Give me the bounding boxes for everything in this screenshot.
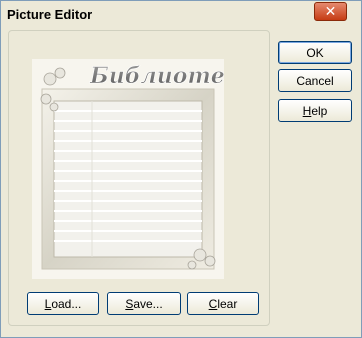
- save-mnemonic: S: [125, 296, 134, 311]
- save-label: ave...: [133, 296, 163, 311]
- cancel-button[interactable]: Cancel: [278, 69, 352, 92]
- help-button[interactable]: Help: [278, 99, 352, 122]
- window-title: Picture Editor: [7, 7, 93, 22]
- picture-image: Библиотека: [32, 59, 254, 279]
- picture-heading-text: Библиотека: [89, 63, 224, 89]
- close-icon: ✕: [324, 3, 337, 19]
- clear-label: lear: [217, 296, 238, 311]
- save-button[interactable]: Save...: [107, 292, 181, 315]
- load-label: oad...: [51, 296, 82, 311]
- help-label: elp: [311, 103, 328, 118]
- load-button[interactable]: Load...: [27, 292, 99, 315]
- ok-label: OK: [306, 45, 324, 60]
- picture-preview: Библиотека: [32, 59, 254, 279]
- help-mnemonic: H: [302, 103, 312, 118]
- picture-editor-dialog: Picture Editor ✕ Библиоте OK Cancel H el…: [0, 0, 362, 338]
- clear-button[interactable]: Clear: [187, 292, 259, 315]
- ok-button[interactable]: OK: [278, 41, 352, 64]
- close-button[interactable]: ✕: [314, 2, 347, 21]
- load-mnemonic: L: [44, 296, 52, 311]
- title-bar: Picture Editor ✕: [1, 1, 361, 27]
- cancel-label: Cancel: [296, 73, 334, 88]
- clear-mnemonic: C: [208, 296, 218, 311]
